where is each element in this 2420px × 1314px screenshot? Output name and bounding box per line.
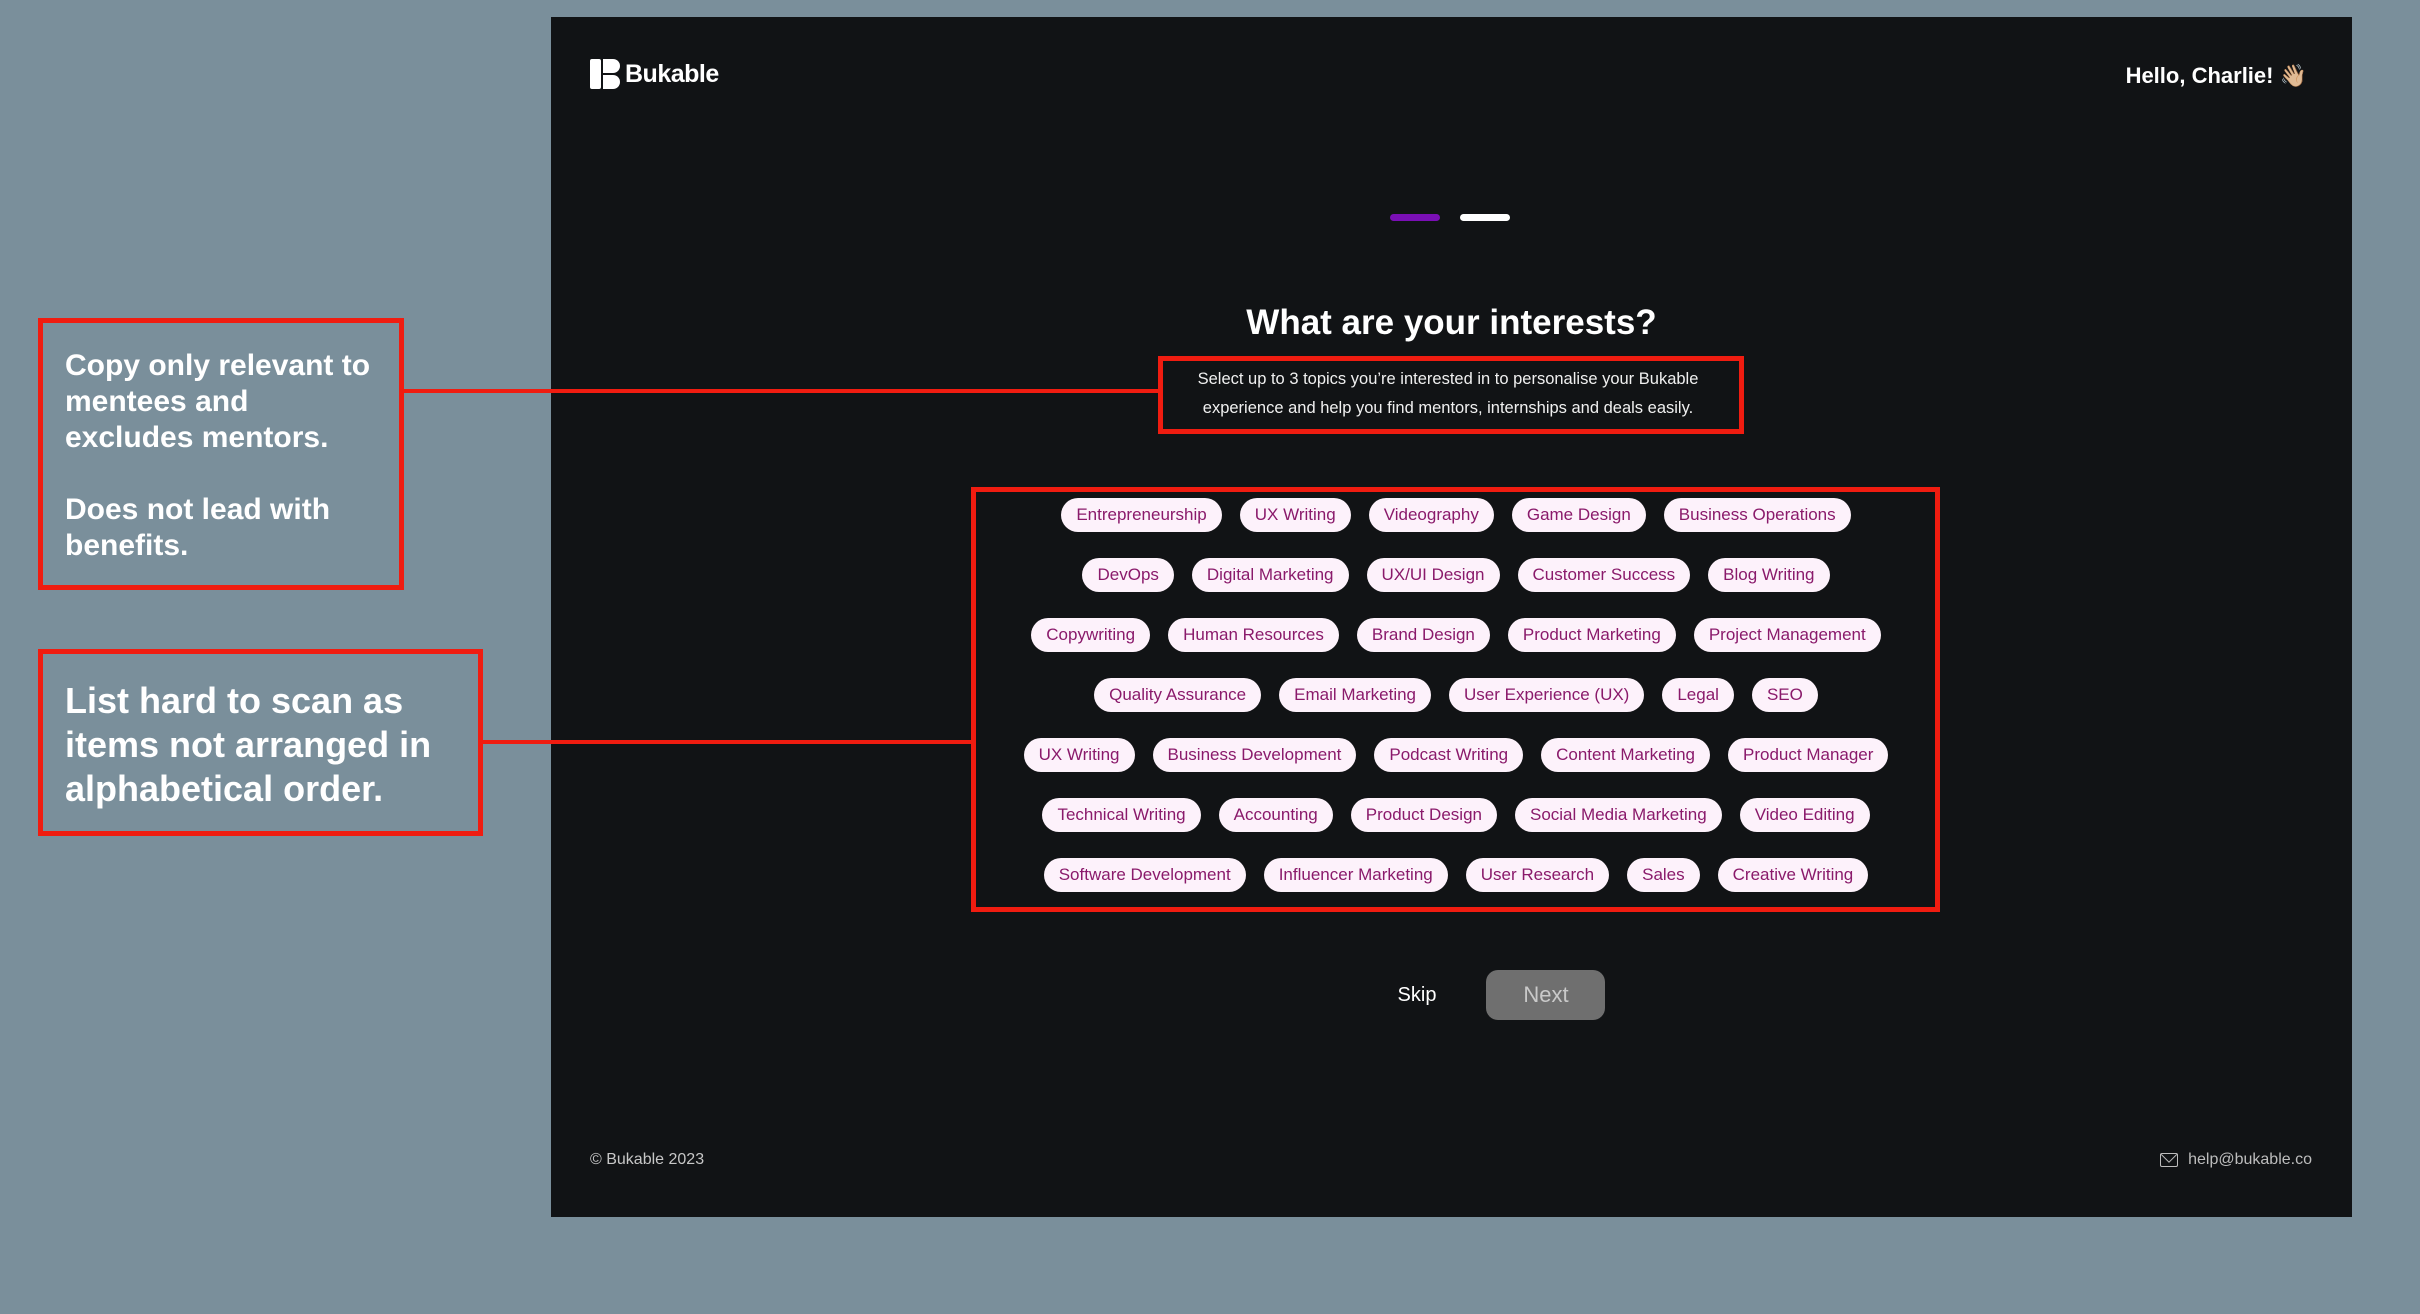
user-greeting: Hello, Charlie! 👋🏼 — [2125, 63, 2307, 88]
page-title: What are your interests? — [1246, 303, 1657, 342]
subtitle-highlight-box — [1158, 356, 1744, 434]
step-indicator-2 — [1460, 214, 1510, 221]
step-indicator-1-active — [1390, 214, 1440, 221]
next-button[interactable]: Next — [1486, 970, 1606, 1020]
annotation-text: List hard to scan as items not arranged … — [65, 680, 432, 809]
brand-name: Bukable — [625, 59, 719, 88]
support-email-link[interactable]: help@bukable.co — [2160, 1151, 2312, 1169]
chip-list-highlight-box — [971, 487, 1940, 912]
support-email[interactable]: help@bukable.co — [2188, 1151, 2312, 1169]
action-bar: Skip Next — [551, 970, 2352, 1020]
progress-stepper — [1390, 214, 1510, 221]
connector-line-1 — [400, 389, 1160, 393]
annotation-copy-relevance: Copy only relevant to mentees and exclud… — [38, 318, 404, 590]
logo[interactable]: Bukable — [590, 59, 719, 89]
annotation-text: Copy only relevant to mentees and exclud… — [65, 349, 371, 562]
annotation-list-order: List hard to scan as items not arranged … — [38, 649, 483, 836]
skip-button[interactable]: Skip — [1398, 984, 1437, 1007]
copyright: © Bukable 2023 — [590, 1151, 705, 1168]
bukable-logo-icon — [590, 59, 620, 89]
mail-icon — [2160, 1153, 2179, 1167]
connector-line-2 — [480, 740, 973, 744]
